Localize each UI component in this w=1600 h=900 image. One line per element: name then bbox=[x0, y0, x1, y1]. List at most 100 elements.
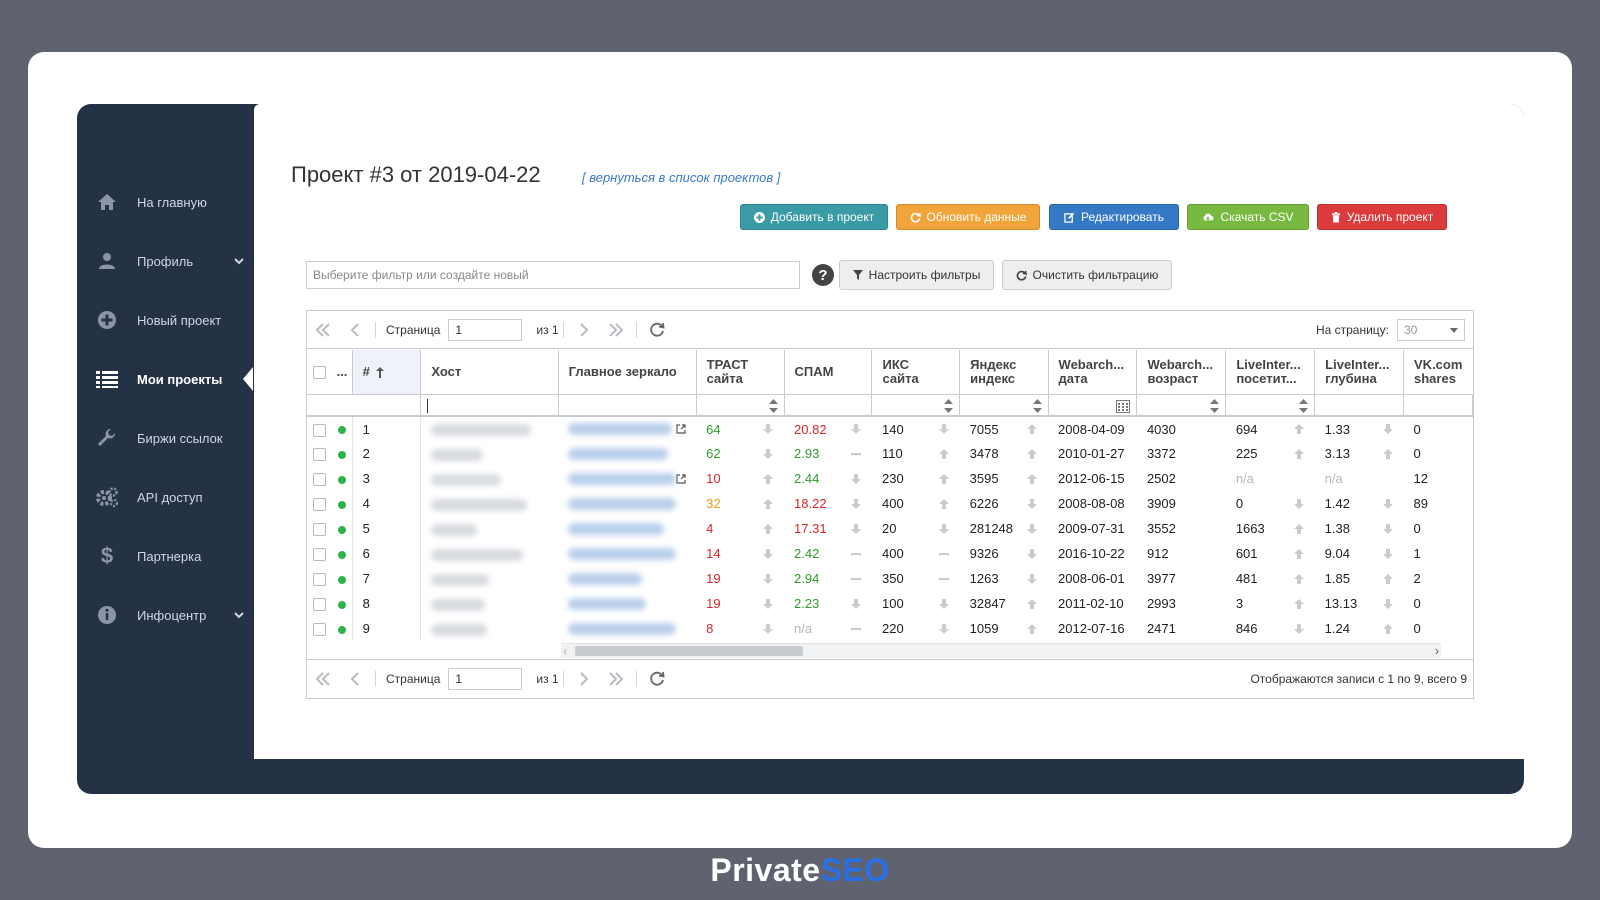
redacted-mirror-link[interactable] bbox=[568, 423, 673, 435]
configure-filters-button[interactable]: Настроить фильтры bbox=[839, 260, 994, 290]
prev-page-icon[interactable] bbox=[339, 671, 371, 686]
external-link-icon[interactable] bbox=[676, 473, 686, 484]
row-select[interactable] bbox=[307, 466, 332, 491]
cell-mirror[interactable] bbox=[558, 466, 696, 491]
external-link-icon[interactable] bbox=[676, 424, 686, 434]
last-page-icon[interactable] bbox=[600, 671, 632, 686]
next-page-icon[interactable] bbox=[568, 322, 600, 337]
cell-mirror[interactable] bbox=[558, 566, 696, 591]
filter-li-visits-input[interactable] bbox=[1225, 393, 1316, 417]
page-input[interactable]: 1 bbox=[448, 318, 523, 341]
cell-mirror[interactable] bbox=[558, 591, 696, 616]
download-csv-button[interactable]: Скачать CSV bbox=[1187, 204, 1309, 230]
chevron-down-icon[interactable] bbox=[225, 611, 253, 619]
reload-icon[interactable] bbox=[641, 670, 673, 688]
cell-host[interactable] bbox=[421, 541, 558, 566]
row-select[interactable] bbox=[307, 566, 332, 591]
row-checkbox[interactable] bbox=[313, 523, 327, 537]
per-page-select[interactable]: 30 bbox=[1397, 319, 1465, 341]
select-all-checkbox[interactable] bbox=[313, 365, 327, 379]
redacted-mirror-link[interactable] bbox=[568, 572, 643, 585]
cell-host[interactable] bbox=[421, 416, 558, 441]
row-select[interactable] bbox=[307, 491, 332, 516]
redacted-mirror-link[interactable] bbox=[568, 522, 665, 535]
clear-filters-button[interactable]: Очистить фильтрацию bbox=[1002, 260, 1172, 290]
filter-spam-input[interactable] bbox=[784, 393, 873, 417]
row-checkbox[interactable] bbox=[313, 498, 327, 512]
sort-toggle-icon[interactable] bbox=[1032, 398, 1042, 413]
delete-project-button[interactable]: Удалить проект bbox=[1317, 204, 1447, 230]
cell-mirror[interactable] bbox=[558, 516, 696, 541]
filter-wa-date-input[interactable] bbox=[1048, 393, 1138, 417]
filter-host-input[interactable] bbox=[420, 393, 559, 417]
filter-vk-input[interactable] bbox=[1403, 393, 1473, 417]
header-iks[interactable]: ИКС сайта bbox=[871, 350, 961, 394]
row-checkbox[interactable] bbox=[313, 448, 327, 462]
sort-toggle-icon[interactable] bbox=[944, 398, 954, 413]
redacted-mirror-link[interactable] bbox=[568, 547, 677, 560]
filter-select-input[interactable]: Выберите фильтр или создайте новый bbox=[306, 261, 800, 289]
sort-toggle-icon[interactable] bbox=[768, 398, 778, 413]
header-spam[interactable]: СПАМ bbox=[784, 350, 873, 394]
calendar-icon[interactable] bbox=[1116, 399, 1131, 413]
header-wa-date[interactable]: Webarch... дата bbox=[1048, 350, 1138, 394]
cell-host[interactable] bbox=[421, 616, 558, 641]
first-page-icon[interactable] bbox=[307, 671, 339, 686]
sidebar-item-4[interactable]: Биржи ссылок bbox=[77, 418, 253, 458]
row-select[interactable] bbox=[307, 591, 332, 616]
header-yandex[interactable]: Яндекс индекс bbox=[959, 350, 1049, 394]
row-checkbox[interactable] bbox=[313, 473, 327, 487]
chevron-down-icon[interactable] bbox=[225, 257, 253, 265]
header-mirror[interactable]: Главное зеркало bbox=[558, 350, 697, 394]
cell-host[interactable] bbox=[421, 441, 558, 466]
cell-host[interactable] bbox=[421, 566, 558, 591]
edit-button[interactable]: Редактировать bbox=[1049, 204, 1179, 230]
row-select[interactable] bbox=[307, 616, 332, 641]
header-select-all[interactable] bbox=[307, 350, 333, 394]
sidebar-item-1[interactable]: Профиль bbox=[77, 241, 253, 281]
row-checkbox[interactable] bbox=[313, 623, 327, 637]
redacted-mirror-link[interactable] bbox=[568, 472, 677, 485]
cell-mirror[interactable] bbox=[558, 441, 696, 466]
scroll-left-icon[interactable]: ‹ bbox=[563, 644, 567, 658]
header-trust[interactable]: ТРАСТ сайта bbox=[696, 350, 785, 394]
header-li-visits[interactable]: LiveInter... посетит... bbox=[1225, 350, 1316, 394]
filter-wa-age-input[interactable] bbox=[1136, 393, 1227, 417]
table-row[interactable]: 8 19 2.23 100 32847 2011-02-10 2993 3 13.13 0 bbox=[307, 591, 1473, 616]
filter-mirror-input[interactable] bbox=[558, 393, 697, 417]
header-index[interactable]: # bbox=[352, 350, 422, 394]
row-select[interactable] bbox=[307, 541, 332, 566]
sidebar-item-2[interactable]: Новый проект bbox=[77, 300, 253, 340]
row-checkbox[interactable] bbox=[313, 573, 327, 587]
row-select[interactable] bbox=[307, 416, 332, 441]
add-to-project-button[interactable]: Добавить в проект bbox=[740, 204, 888, 230]
last-page-icon[interactable] bbox=[600, 322, 632, 337]
table-row[interactable]: 5 4 17.31 20 281248 2009-07-31 3552 1663 1.38 0 bbox=[307, 516, 1473, 541]
filter-iks-input[interactable] bbox=[871, 393, 961, 417]
page-input[interactable]: 1 bbox=[448, 667, 523, 690]
sidebar-item-6[interactable]: $ Партнерка bbox=[77, 536, 253, 576]
prev-page-icon[interactable] bbox=[339, 322, 371, 337]
header-vk[interactable]: VK.com shares bbox=[1403, 350, 1473, 394]
sidebar-item-0[interactable]: На главную bbox=[77, 182, 253, 222]
redacted-mirror-link[interactable] bbox=[568, 497, 677, 510]
cell-mirror[interactable] bbox=[558, 491, 696, 516]
cell-mirror[interactable] bbox=[558, 616, 696, 641]
row-checkbox[interactable] bbox=[313, 598, 327, 612]
sidebar-item-3[interactable]: Мои проекты bbox=[77, 359, 253, 399]
table-row[interactable]: 9 8 n/a 220 1059 2012-07-16 2471 846 1.24 0 bbox=[307, 616, 1473, 641]
sidebar-item-7[interactable]: Инфоцентр bbox=[77, 595, 253, 635]
back-to-projects-link[interactable]: [ вернуться в список проектов ] bbox=[582, 170, 780, 185]
redacted-mirror-link[interactable] bbox=[568, 622, 677, 635]
sidebar-item-5[interactable]: API доступ bbox=[77, 477, 253, 517]
reload-icon[interactable] bbox=[641, 321, 673, 339]
table-row[interactable]: 2 62 2.93 110 3478 2010-01-27 3372 225 3.13 0 bbox=[307, 441, 1473, 466]
filter-li-depth-input[interactable] bbox=[1314, 393, 1405, 417]
header-li-depth[interactable]: LiveInter... глубина bbox=[1314, 350, 1405, 394]
row-checkbox[interactable] bbox=[313, 548, 327, 562]
horizontal-scrollbar[interactable]: ‹ › bbox=[561, 643, 1441, 658]
table-row[interactable]: 6 14 2.42 400 9326 2016-10-22 912 601 9.04 1 bbox=[307, 541, 1473, 566]
first-page-icon[interactable] bbox=[307, 322, 339, 337]
redacted-mirror-link[interactable] bbox=[568, 447, 669, 460]
header-host[interactable]: Хост bbox=[420, 350, 559, 394]
